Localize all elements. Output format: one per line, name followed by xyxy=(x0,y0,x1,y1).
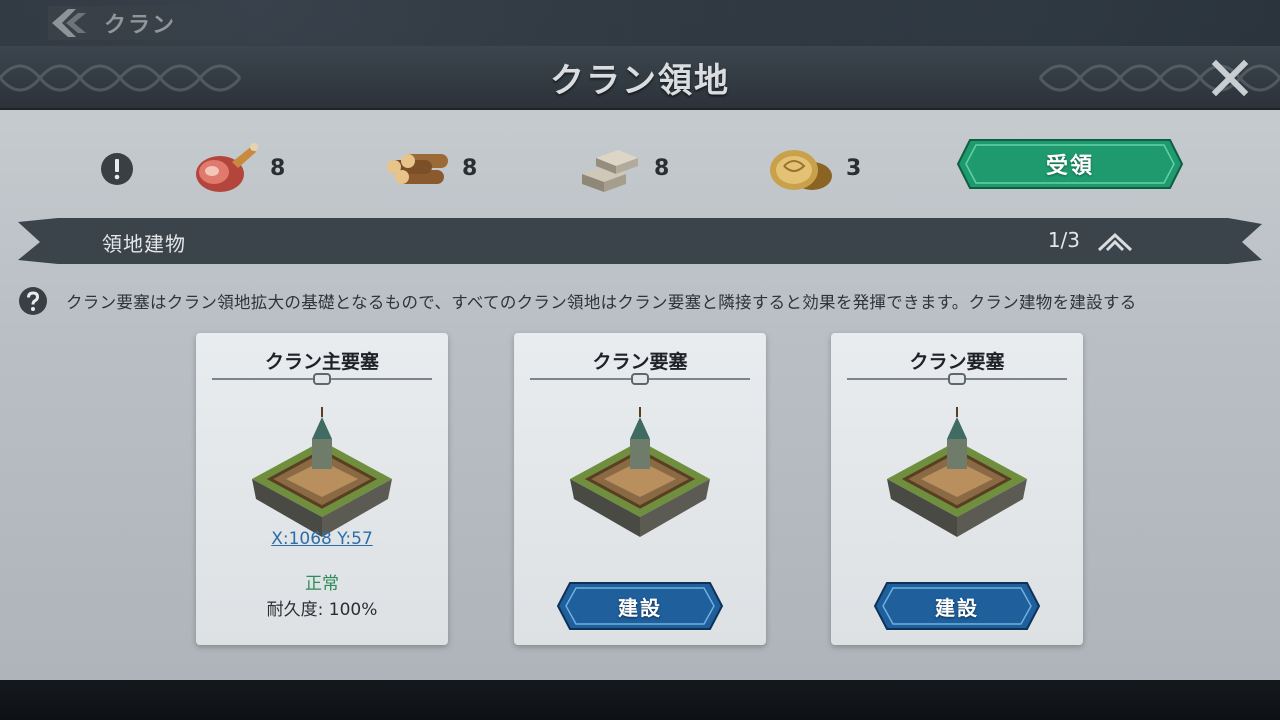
build-label: 建設 xyxy=(935,595,979,620)
window-header: クラン領地 xyxy=(0,46,1280,110)
build-button[interactable]: 建設 xyxy=(873,581,1041,631)
fortress-icon xyxy=(570,407,710,537)
card-title: クラン要塞 xyxy=(592,351,688,373)
claim-label: 受領 xyxy=(1045,154,1094,179)
main-fortress-card[interactable]: クラン主要塞 X:1068 Y:57 正常 耐久度: 100% xyxy=(196,333,448,645)
info-row: クラン要塞はクラン領地拡大の基礎となるもので、すべてのクラン領地はクラン要塞と隣… xyxy=(18,286,1268,316)
back-button[interactable]: クラン xyxy=(48,6,247,40)
help-question-icon[interactable] xyxy=(18,286,48,316)
back-arrow-icon xyxy=(52,9,86,37)
gold-coins-icon xyxy=(770,150,832,190)
wood-count: 8 xyxy=(462,155,478,181)
card-title: クラン要塞 xyxy=(909,351,1005,373)
building-count: 1/3 xyxy=(1047,228,1080,252)
build-label: 建設 xyxy=(618,595,662,620)
fortress-icon xyxy=(887,407,1027,537)
stone-count: 8 xyxy=(654,155,670,181)
wood-logs-icon xyxy=(387,154,448,184)
close-icon[interactable] xyxy=(1210,58,1250,98)
stone-blocks-icon xyxy=(582,150,638,192)
collapse-chevron-icon[interactable] xyxy=(1096,230,1134,254)
fortress-icon xyxy=(252,407,392,537)
resource-stone: 8 xyxy=(574,134,669,202)
coordinates-link[interactable]: X:1068 Y:57 xyxy=(196,529,448,549)
knot-pattern-left xyxy=(0,64,242,92)
ornament-divider xyxy=(847,373,1067,385)
ornament-divider xyxy=(530,373,750,385)
status-text: 正常 xyxy=(305,574,339,594)
bottom-strip xyxy=(0,680,1280,720)
gold-count: 3 xyxy=(846,155,862,181)
build-button[interactable]: 建設 xyxy=(556,581,724,631)
resource-wood: 8 xyxy=(382,134,477,202)
resource-gold: 3 xyxy=(766,134,861,202)
section-title: 領地建物 xyxy=(102,232,186,256)
ornament-divider xyxy=(212,373,432,385)
territory-buildings-bar: 領地建物 1/3 xyxy=(18,216,1262,266)
claim-button[interactable]: 受領 xyxy=(956,138,1184,190)
exclamation-icon[interactable] xyxy=(100,152,134,186)
info-text: クラン要塞はクラン領地拡大の基礎となるもので、すべてのクラン領地はクラン要塞と隣… xyxy=(66,293,1137,312)
card-title: クラン主要塞 xyxy=(264,351,379,373)
fortress-card[interactable]: クラン要塞 建設 xyxy=(831,333,1083,645)
territory-window: クラン領地 8 8 8 3 受領 領地建物 1/3 クラン要塞はクラン領地拡大の… xyxy=(0,46,1280,680)
top-bar: クラン xyxy=(0,0,1280,46)
fortress-card[interactable]: クラン要塞 建設 xyxy=(514,333,766,645)
meat-count: 8 xyxy=(270,155,286,181)
meat-icon xyxy=(196,143,258,192)
back-label: クラン xyxy=(104,13,177,38)
window-title: クラン領地 xyxy=(550,60,730,101)
durability-text: 耐久度: 100% xyxy=(266,600,378,620)
resource-meat: 8 xyxy=(190,134,285,202)
